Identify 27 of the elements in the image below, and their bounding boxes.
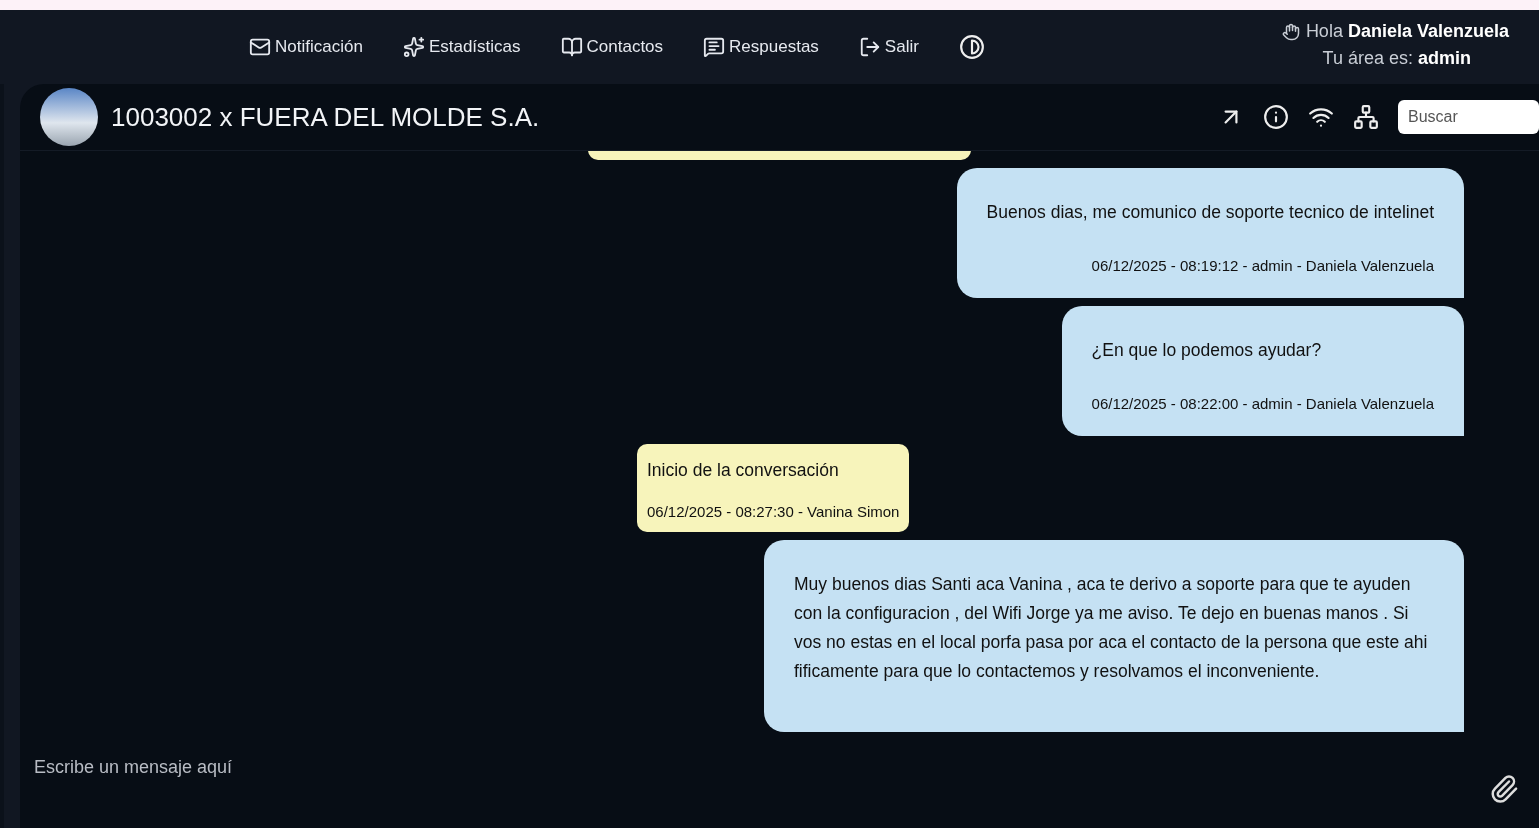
nav-link[interactable]: Salir bbox=[858, 36, 919, 58]
nav-link[interactable]: Respuestas bbox=[703, 36, 819, 58]
message-text: Buenos dias, me comunico de soporte tecnico de intelinet bbox=[986, 201, 1434, 224]
search-field[interactable]: Buscar bbox=[1398, 100, 1539, 134]
nav-link[interactable]: Notificación bbox=[249, 36, 363, 58]
mail-icon bbox=[249, 36, 271, 58]
message-text: ¿En que lo podemos ayudar? bbox=[1091, 339, 1323, 362]
message-text: Muy buenos dias Santi aca Vanina , aca te derivo a soporte para que te ayuden con la configuracion , del Wifi Jorge ya me aviso. Te dejo en buenas manos . Si vos no estas en el local porfa pasa por aca el contacto de la persona que este ahi fificamente para que lo contactemos y resolvamos el inconveniente. bbox=[794, 573, 1429, 683]
waving-hand-icon bbox=[1281, 22, 1300, 41]
network-icon[interactable] bbox=[1353, 104, 1379, 130]
chat-title: 1003002 x FUERA DEL MOLDE S.A. bbox=[111, 101, 540, 133]
message-input[interactable]: Escribe un mensaje aquí bbox=[32, 756, 1489, 779]
exit-icon bbox=[858, 36, 881, 58]
info-icon[interactable] bbox=[1263, 104, 1289, 130]
book-icon bbox=[560, 36, 583, 58]
message-meta: 06/12/2025 - 08:22:00 - admin - Daniela Valenzuela bbox=[1091, 395, 1434, 412]
message-text: Inicio de la conversación bbox=[647, 459, 840, 482]
nav-link[interactable]: Estadísticas bbox=[402, 36, 521, 58]
nav-link[interactable]: Contactos bbox=[560, 36, 664, 58]
greeting-text: Hola Daniela Valenzuela bbox=[1305, 21, 1509, 42]
paperclip-icon[interactable] bbox=[1489, 774, 1519, 804]
message-meta: 06/12/2025 - 08:19:12 - admin - Daniela Valenzuela bbox=[1091, 257, 1434, 274]
message-list-icon bbox=[703, 36, 726, 58]
avatar-photo-placeholder bbox=[40, 88, 98, 146]
message-meta: 06/12/2025 - 08:27:30 - Vanina Simon bbox=[647, 503, 900, 520]
area-text: Tu área es: admin bbox=[1322, 48, 1471, 69]
contrast-icon[interactable] bbox=[958, 34, 985, 60]
